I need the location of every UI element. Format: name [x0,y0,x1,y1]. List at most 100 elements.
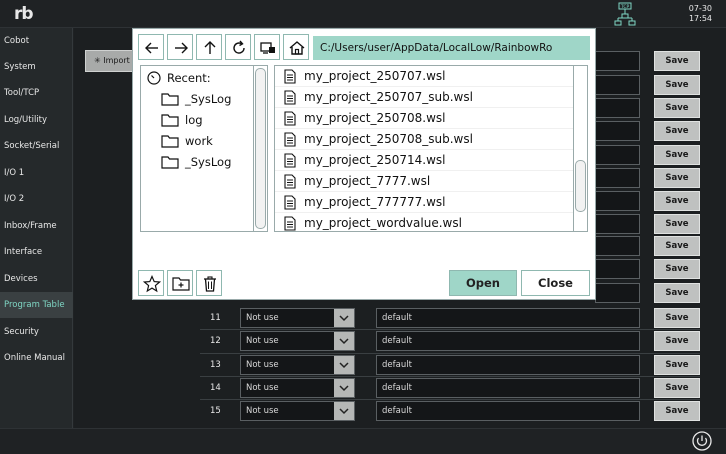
value-field[interactable] [595,121,640,141]
value-field[interactable] [595,51,640,71]
file-item[interactable]: my_project_7777.wsl [275,171,573,192]
mode-select[interactable]: Not use [240,308,355,328]
value-field[interactable] [595,191,640,211]
favorite-button[interactable] [138,270,164,296]
save-button[interactable]: Save [654,75,700,95]
file-item[interactable]: my_project_250707.wsl [275,66,573,87]
mode-select[interactable]: Not use [240,355,355,375]
sidebar-item-io2[interactable]: I/O 2 [0,186,73,212]
sidebar-item-socket-serial[interactable]: Socket/Serial [0,133,73,159]
save-button[interactable]: Save [654,191,700,211]
save-button[interactable]: Save [654,331,700,351]
tree-scrollbar[interactable] [253,66,267,231]
row-divider [200,399,700,400]
chevron-down-icon[interactable] [334,309,354,327]
sidebar-item-log-utility[interactable]: Log/Utility [0,107,73,133]
file-item[interactable]: my_project_250708.wsl [275,108,573,129]
back-button[interactable] [138,34,164,60]
sidebar-item-tool-tcp[interactable]: Tool/TCP [0,80,73,106]
save-button[interactable]: Save [654,121,700,141]
save-button[interactable]: Save [654,214,700,234]
value-field[interactable] [595,236,640,256]
row-number: 14 [210,383,221,393]
value-field[interactable]: default [376,331,640,351]
chevron-down-icon[interactable] [334,402,354,420]
file-item[interactable]: my_project_777777.wsl [275,192,573,213]
new-folder-button[interactable] [167,270,193,296]
sidebar-item-security[interactable]: Security [0,319,73,345]
sidebar-item-devices[interactable]: Devices [0,266,73,292]
save-button[interactable]: Save [654,401,700,421]
top-bar: rb TCP 07-30 17:54 [0,0,726,28]
sidebar-item-cobot[interactable]: Cobot [0,28,73,54]
value-field[interactable] [595,283,640,303]
value-field[interactable] [595,214,640,234]
file-item[interactable]: my_project_wordvalue.wsl [275,213,573,231]
folder-item[interactable]: log [161,110,261,130]
clock-time: 17:54 [688,14,712,23]
home-icon [289,41,305,55]
open-button[interactable]: Open [449,270,517,296]
scrollbar-thumb[interactable] [575,160,586,212]
chevron-down-icon[interactable] [334,356,354,374]
value-field[interactable] [595,75,640,95]
drives-button[interactable] [254,34,280,60]
sidebar-item-online-manual[interactable]: Online Manual [0,345,73,371]
folder-item[interactable]: _SysLog [161,89,261,109]
file-item[interactable]: my_project_250707_sub.wsl [275,87,573,108]
recent-header[interactable]: Recent: [145,68,255,88]
value-field[interactable]: default [376,401,640,421]
refresh-icon [233,40,245,54]
mode-select[interactable]: Not use [240,378,355,398]
close-button[interactable]: Close [521,270,590,296]
file-name: my_project_250714.wsl [304,153,446,167]
value-field[interactable]: default [376,355,640,375]
folder-item[interactable]: work [161,131,261,151]
save-button[interactable]: Save [654,355,700,375]
mode-select[interactable]: Not use [240,401,355,421]
save-button[interactable]: Save [654,259,700,279]
new-folder-icon [172,277,190,291]
delete-button[interactable] [196,270,222,296]
file-item[interactable]: my_project_250708_sub.wsl [275,129,573,150]
save-button[interactable]: Save [654,378,700,398]
up-folder-button[interactable] [196,34,222,60]
path-bar[interactable]: C:/Users/user/AppData/LocalLow/RainbowRo [313,36,590,60]
folder-item[interactable]: _SysLog [161,152,261,172]
refresh-button[interactable] [225,34,251,60]
home-button[interactable] [283,34,309,60]
power-icon[interactable] [692,431,712,451]
save-button[interactable]: Save [654,168,700,188]
value-field[interactable] [595,259,640,279]
save-button[interactable]: Save [654,308,700,328]
sidebar-item-inbox-frame[interactable]: Inbox/Frame [0,213,73,239]
file-icon [284,195,296,210]
arrow-left-icon [145,42,158,54]
sidebar-item-interface[interactable]: Interface [0,239,73,265]
file-item[interactable]: my_project_250714.wsl [275,150,573,171]
save-button[interactable]: Save [654,236,700,256]
folder-icon [161,156,179,169]
clock: 07-30 17:54 [689,4,712,24]
value-field[interactable]: default [376,378,640,398]
save-button[interactable]: Save [654,283,700,303]
save-button[interactable]: Save [654,51,700,71]
save-button[interactable]: Save [654,98,700,118]
scrollbar-thumb[interactable] [255,68,266,229]
forward-button[interactable] [167,34,193,60]
save-button[interactable]: Save [654,145,700,165]
file-name: my_project_7777.wsl [304,174,431,188]
value-field[interactable] [595,145,640,165]
chevron-down-icon[interactable] [334,379,354,397]
chevron-down-icon[interactable] [334,332,354,350]
sidebar-item-io1[interactable]: I/O 1 [0,160,73,186]
value-field[interactable]: default [376,308,640,328]
sidebar-item-program-table[interactable]: Program Table [0,292,73,318]
value-field[interactable] [595,98,640,118]
sidebar-item-system[interactable]: System [0,54,73,80]
mode-select[interactable]: Not use [240,331,355,351]
file-name: my_project_250707.wsl [304,69,446,83]
file-list-scrollbar[interactable] [573,66,587,231]
mode-select-value: Not use [246,383,279,393]
value-field[interactable] [595,168,640,188]
